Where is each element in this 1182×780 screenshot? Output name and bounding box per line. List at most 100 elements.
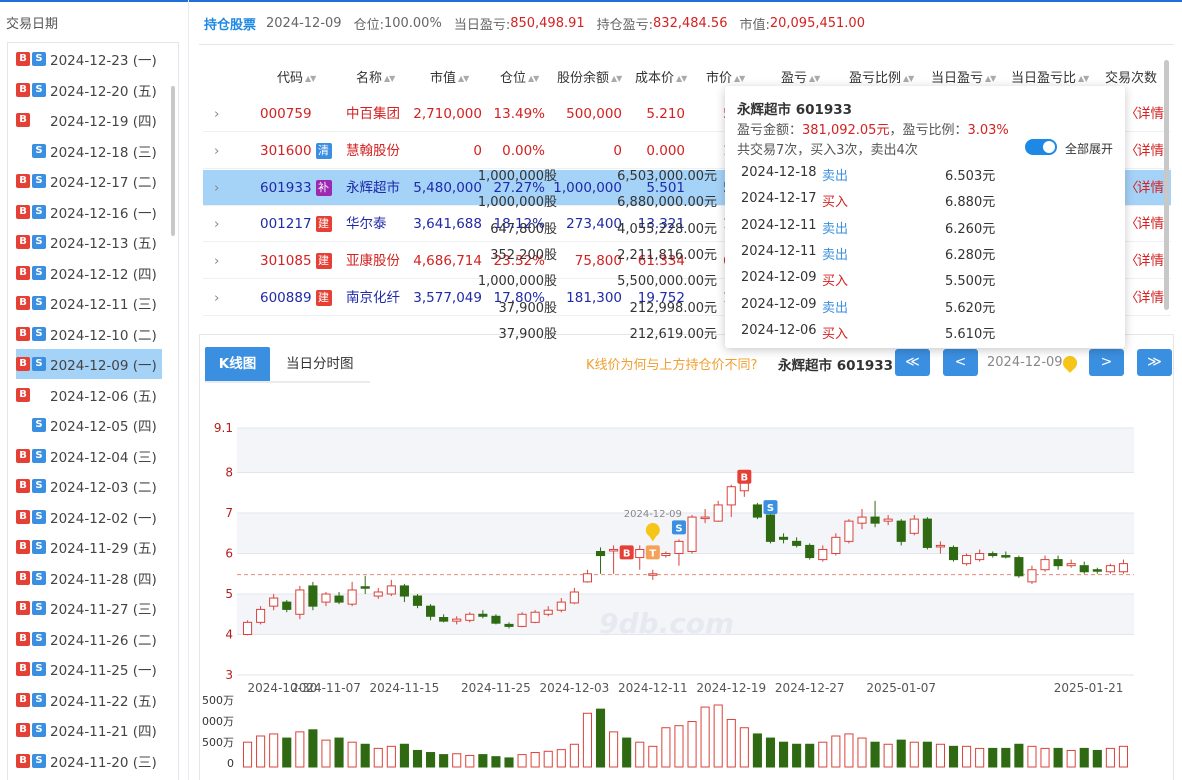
volume-bar bbox=[556, 749, 566, 768]
candle-body bbox=[726, 486, 736, 506]
detail-link-text: 详情 bbox=[1137, 253, 1164, 270]
candle-body bbox=[465, 613, 475, 621]
sidebar-item-date[interactable]: BS2024-12-18 (三) bbox=[16, 136, 162, 166]
candle-body bbox=[569, 591, 579, 604]
detail-link[interactable]: 详情 bbox=[1137, 280, 1164, 316]
prev-date-button[interactable]: < bbox=[943, 349, 978, 376]
stock-code-text: 000759 bbox=[260, 106, 312, 122]
detail-link[interactable]: 详情 bbox=[1137, 133, 1164, 169]
column-header[interactable]: 仓位 ▲▼ bbox=[500, 67, 539, 86]
kline-chart[interactable]: 9.18765439db.com2024-10-302024-11-07 2024… bbox=[199, 395, 1174, 780]
candle-body bbox=[922, 518, 932, 548]
candle-body bbox=[373, 591, 383, 597]
sidebar-item-date[interactable]: B S 2024-12-04 (三) bbox=[16, 441, 162, 471]
sidebar-item-date[interactable]: B S 2024-12-12 (四) bbox=[16, 258, 162, 288]
column-header[interactable]: 盈亏 ▲▼ bbox=[781, 67, 820, 86]
column-header[interactable]: 代码 ▲▼ bbox=[277, 67, 316, 86]
sell-marker-text: S bbox=[767, 503, 774, 514]
column-header[interactable]: 当日盈亏 ▲▼ bbox=[931, 67, 996, 86]
sidebar-item-date[interactable]: B S 2024-12-16 (一) bbox=[16, 197, 162, 227]
volume-bar bbox=[687, 721, 697, 768]
candle-body bbox=[883, 518, 893, 522]
column-header-label: 交易次数 bbox=[1105, 71, 1158, 86]
column-header[interactable]: 盈亏比例 ▲▼ bbox=[849, 67, 914, 86]
sidebar-item-date[interactable]: B S 2024-11-21 (四) bbox=[16, 715, 162, 745]
x-tick-label: 2024-11-07 bbox=[291, 681, 361, 695]
sidebar-item-date[interactable]: B S 2024-11-25 (一) bbox=[16, 654, 162, 684]
sidebar-item-date[interactable]: B S 2024-12-11 (三) bbox=[16, 288, 162, 318]
market-value: 20,095,451.00 bbox=[769, 15, 865, 31]
y-tick-label: 5 bbox=[225, 587, 233, 601]
next-date-button[interactable]: > bbox=[1089, 349, 1124, 376]
candle-body bbox=[426, 605, 436, 617]
sidebar-item-date[interactable]: B S 2024-12-02 (一) bbox=[16, 502, 162, 532]
sidebar-date-label: 2024-12-12 (四) bbox=[50, 266, 157, 283]
buy-badge: B bbox=[16, 662, 30, 676]
sell-badge: S bbox=[32, 540, 46, 554]
sidebar-item-date[interactable]: B S 2024-12-20 (五) bbox=[16, 75, 162, 105]
candle-body bbox=[295, 589, 305, 615]
last-date-button[interactable]: ≫ bbox=[1137, 349, 1172, 376]
sidebar-item-date[interactable]: B S 2024-12-10 (二) bbox=[16, 319, 162, 349]
sort-icon: ▲▼ bbox=[528, 73, 539, 83]
sidebar-item-date[interactable]: B S 2024-12-13 (五) bbox=[16, 227, 162, 257]
cell-pos: 13.49% bbox=[493, 106, 545, 122]
column-header[interactable]: 成本价 ▲▼ bbox=[635, 67, 687, 86]
sidebar-item-date[interactable]: B S 2024-11-28 (四) bbox=[16, 563, 162, 593]
sort-icon: ▲▼ bbox=[903, 73, 914, 83]
cell-qty: 0 bbox=[613, 142, 622, 159]
trade-date: 2024-12-11 bbox=[741, 243, 817, 259]
candle-body bbox=[661, 553, 671, 557]
tab-intraday[interactable]: 当日分时图 bbox=[286, 347, 354, 382]
expand-chevron-icon[interactable]: › bbox=[214, 243, 219, 279]
column-header[interactable]: 股份余额 ▲▼ bbox=[557, 67, 622, 86]
expand-chevron-icon[interactable]: › bbox=[214, 206, 219, 242]
sidebar-item-date[interactable]: BS2024-12-19 (四) bbox=[16, 105, 162, 135]
sell-badge: S bbox=[32, 509, 46, 524]
sidebar-item-date[interactable]: B S 2024-12-23 (一) bbox=[16, 44, 162, 74]
first-date-button[interactable]: ≪ bbox=[895, 349, 930, 376]
column-header[interactable]: 市值 ▲▼ bbox=[430, 67, 469, 86]
kline-price-question-link[interactable]: K线价为何与上方持仓价不同? bbox=[586, 354, 757, 373]
holdings-link[interactable]: 持仓股票 bbox=[204, 14, 256, 33]
sidebar-title: 交易日期 bbox=[6, 17, 59, 32]
expand-chevron-icon[interactable]: › bbox=[214, 96, 219, 132]
column-header[interactable]: 名称 ▲▼ bbox=[356, 67, 395, 86]
sidebar-item-date[interactable]: B S 2024-12-17 (二) bbox=[16, 166, 162, 196]
sidebar-date-label: 2024-12-09 (一) bbox=[50, 358, 157, 374]
column-header[interactable]: 当日盈亏比 ▲▼ bbox=[1011, 67, 1089, 86]
grid-band bbox=[237, 428, 1134, 473]
volume-bar bbox=[491, 756, 501, 768]
popup-pl-value: 381,092.05元 bbox=[802, 123, 890, 138]
expand-all-toggle[interactable] bbox=[1025, 139, 1057, 155]
expand-chevron-icon[interactable]: › bbox=[214, 280, 219, 316]
sell-badge: S bbox=[32, 662, 46, 676]
detail-link[interactable]: 详情 bbox=[1137, 243, 1164, 279]
table-scrollbar[interactable] bbox=[1164, 60, 1169, 310]
sidebar-scrollbar[interactable] bbox=[171, 86, 175, 236]
sidebar-item-date[interactable]: BS2024-12-05 (四) bbox=[16, 410, 162, 440]
sidebar-item-date[interactable]: B S 2024-12-09 (一) bbox=[16, 349, 162, 379]
candle-body bbox=[1105, 565, 1115, 573]
expand-chevron-icon[interactable]: › bbox=[214, 133, 219, 169]
sidebar-item-date[interactable]: B S 2024-11-27 (三) bbox=[16, 593, 162, 623]
sidebar-item-date[interactable]: B S 2024-11-22 (五) bbox=[16, 685, 162, 715]
sidebar-item-date[interactable]: B S 2024-11-20 (三) bbox=[16, 746, 162, 776]
volume-bar bbox=[896, 739, 906, 768]
detail-link[interactable]: 详情 bbox=[1137, 96, 1164, 132]
sidebar-item-date[interactable]: B S 2024-11-29 (五) bbox=[16, 532, 162, 562]
sidebar-item-date[interactable]: BS2024-12-06 (五) bbox=[16, 380, 162, 410]
expand-chevron-icon[interactable]: › bbox=[214, 170, 219, 206]
volume-bar bbox=[543, 750, 553, 768]
column-header[interactable]: 市价 ▲▼ bbox=[706, 67, 745, 86]
cell-qty: 181,300 bbox=[566, 290, 622, 306]
trade-date-list[interactable]: BS2024-12-23 (一)BS2024-12-20 (五)BS2024-1… bbox=[7, 42, 179, 780]
detail-link[interactable]: 详情 bbox=[1137, 206, 1164, 242]
sidebar-date-label: 2024-12-04 (三) bbox=[50, 449, 157, 466]
column-header[interactable]: 交易次数 bbox=[1105, 67, 1157, 86]
sidebar-item-date[interactable]: B S 2024-12-03 (二) bbox=[16, 471, 162, 501]
tab-kline[interactable]: K线图 bbox=[205, 347, 270, 382]
trade-price: 5.610元 bbox=[945, 326, 996, 342]
sidebar-item-date[interactable]: B S 2024-11-26 (二) bbox=[16, 624, 162, 654]
detail-link[interactable]: 详情 bbox=[1137, 170, 1164, 206]
